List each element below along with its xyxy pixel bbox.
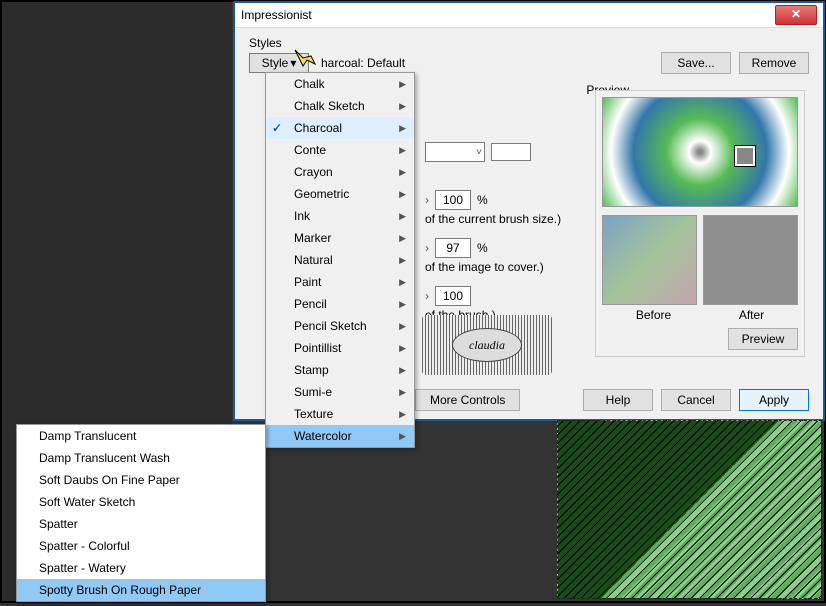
submenu-arrow-icon: ▶	[399, 101, 406, 112]
menu-item-natural[interactable]: Natural▶	[266, 249, 414, 271]
menu-item-crayon[interactable]: Crayon▶	[266, 161, 414, 183]
help-button[interactable]: Help	[583, 389, 653, 411]
preview-group: Before After Preview	[595, 90, 805, 357]
coverage-input[interactable]: 97	[435, 238, 471, 258]
before-label: Before	[636, 308, 671, 322]
menu-item-chalk-sketch[interactable]: Chalk Sketch▶	[266, 95, 414, 117]
preview-button[interactable]: Preview	[728, 328, 798, 350]
submenu-arrow-icon: ▶	[399, 233, 406, 244]
submenu-arrow-icon: ▶	[399, 255, 406, 266]
styles-label: Styles	[249, 36, 809, 50]
color-swatch[interactable]	[491, 143, 531, 161]
submenu-arrow-icon: ▶	[399, 79, 406, 90]
menu-item-stamp[interactable]: Stamp▶	[266, 359, 414, 381]
submenu-item-damp-translucent-wash[interactable]: Damp Translucent Wash	[17, 447, 265, 469]
menu-item-pointillist[interactable]: Pointillist▶	[266, 337, 414, 359]
menu-item-charcoal[interactable]: Charcoal▶	[266, 117, 414, 139]
submenu-arrow-icon: ▶	[399, 145, 406, 156]
preview-main[interactable]	[602, 97, 798, 207]
submenu-arrow-icon: ▶	[399, 409, 406, 420]
chevron-right-icon: ›	[425, 193, 429, 207]
watercolor-submenu: Damp TranslucentDamp Translucent WashSof…	[16, 424, 266, 602]
style-dropdown[interactable]: Style	[249, 53, 309, 73]
brush-input[interactable]: 100	[435, 286, 471, 306]
submenu-item-spotty-brush-on-rough-paper[interactable]: Spotty Brush On Rough Paper	[17, 579, 265, 601]
submenu-arrow-icon: ▶	[399, 321, 406, 332]
submenu-arrow-icon: ▶	[399, 431, 406, 442]
submenu-arrow-icon: ▶	[399, 387, 406, 398]
menu-item-ink[interactable]: Ink▶	[266, 205, 414, 227]
menu-item-paint[interactable]: Paint▶	[266, 271, 414, 293]
dialog-title: Impressionist	[241, 8, 312, 22]
submenu-item-spatter---colorful[interactable]: Spatter - Colorful	[17, 535, 265, 557]
watermark: claudia	[422, 315, 552, 375]
chevron-right-icon: ›	[425, 241, 429, 255]
submenu-arrow-icon: ▶	[399, 189, 406, 200]
submenu-item-soft-water-sketch[interactable]: Soft Water Sketch	[17, 491, 265, 513]
submenu-arrow-icon: ▶	[399, 343, 406, 354]
apply-button[interactable]: Apply	[739, 389, 809, 411]
after-label: After	[739, 308, 764, 322]
menu-item-geometric[interactable]: Geometric▶	[266, 183, 414, 205]
submenu-arrow-icon: ▶	[399, 167, 406, 178]
menu-item-pencil-sketch[interactable]: Pencil Sketch▶	[266, 315, 414, 337]
submenu-arrow-icon: ▶	[399, 299, 406, 310]
more-controls-button[interactable]: More Controls	[415, 389, 520, 411]
remove-button[interactable]: Remove	[739, 52, 809, 74]
submenu-item-soft-daubs-on-fine-paper[interactable]: Soft Daubs On Fine Paper	[17, 469, 265, 491]
submenu-item-spatter---watery[interactable]: Spatter - Watery	[17, 557, 265, 579]
style-menu: Chalk▶Chalk Sketch▶Charcoal▶Conte▶Crayon…	[265, 72, 415, 448]
combo-1[interactable]	[425, 142, 485, 162]
menu-item-sumi-e[interactable]: Sumi-e▶	[266, 381, 414, 403]
submenu-arrow-icon: ▶	[399, 123, 406, 134]
submenu-item-spatter[interactable]: Spatter	[17, 513, 265, 535]
titlebar: Impressionist ✕	[235, 3, 823, 28]
save-button[interactable]: Save...	[661, 52, 731, 74]
submenu-item-damp-translucent[interactable]: Damp Translucent	[17, 425, 265, 447]
current-style-name: harcoal: Default	[315, 56, 655, 70]
submenu-arrow-icon: ▶	[399, 277, 406, 288]
chevron-right-icon: ›	[425, 289, 429, 303]
menu-item-watercolor[interactable]: Watercolor▶	[266, 425, 414, 447]
submenu-arrow-icon: ▶	[399, 211, 406, 222]
menu-item-conte[interactable]: Conte▶	[266, 139, 414, 161]
brush-size-input[interactable]: 100	[435, 190, 471, 210]
canvas-preview	[557, 420, 822, 599]
close-button[interactable]: ✕	[775, 5, 817, 25]
cancel-button[interactable]: Cancel	[661, 389, 731, 411]
menu-item-texture[interactable]: Texture▶	[266, 403, 414, 425]
menu-item-marker[interactable]: Marker▶	[266, 227, 414, 249]
menu-item-chalk[interactable]: Chalk▶	[266, 73, 414, 95]
preview-selector-box[interactable]	[735, 146, 755, 166]
preview-after	[703, 215, 798, 305]
submenu-arrow-icon: ▶	[399, 365, 406, 376]
menu-item-pencil[interactable]: Pencil▶	[266, 293, 414, 315]
preview-before	[602, 215, 697, 305]
